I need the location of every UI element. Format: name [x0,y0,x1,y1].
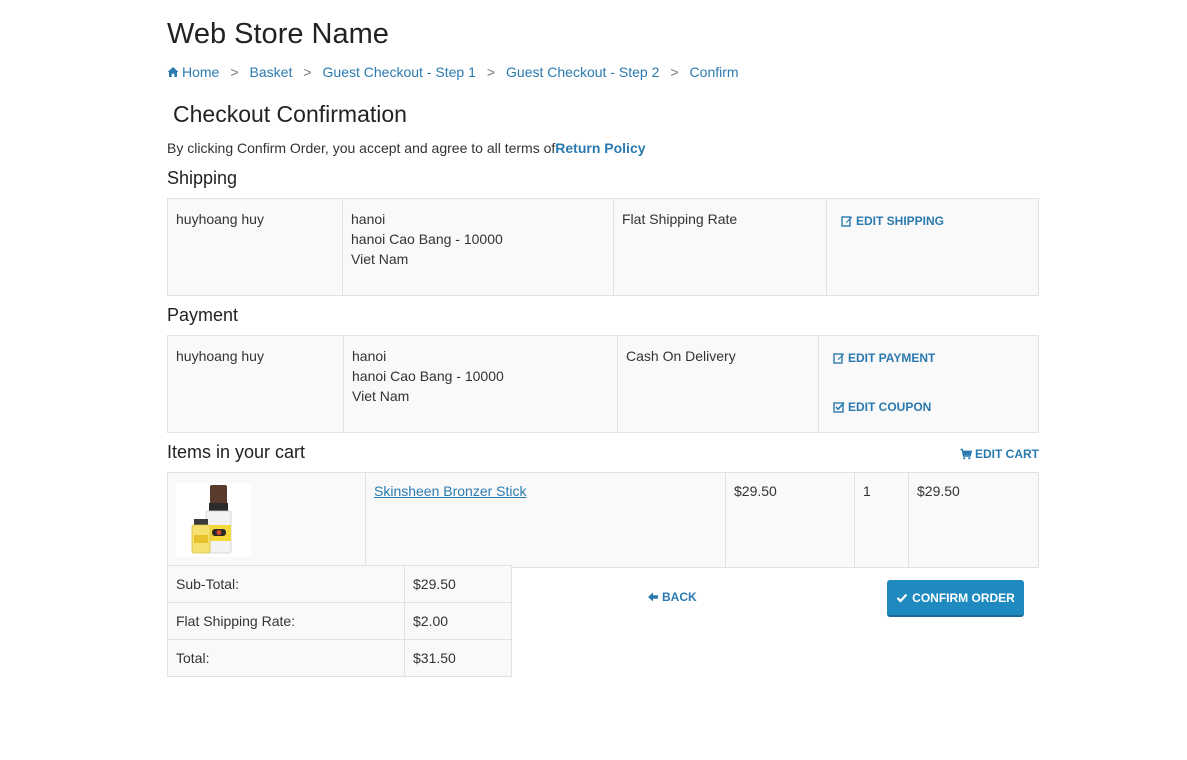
product-photo [176,483,251,557]
cart-item-quantity: 1 [854,472,909,568]
shipping-table: huyhoang huy hanoi hanoi Cao Bang - 1000… [167,198,1039,296]
cart-table: Skinsheen Bronzer Stick $29.50 1 $29.50 [167,472,1039,568]
cart-item-image-cell [167,472,366,568]
payment-name: huyhoang huy [167,335,344,433]
totals-row: Flat Shipping Rate: $2.00 [167,602,512,640]
payment-table: huyhoang huy hanoi hanoi Cao Bang - 1000… [167,335,1039,433]
edit-icon [833,353,845,364]
edit-cart-link[interactable]: EDIT CART [960,447,1039,461]
breadcrumb-separator: > [303,64,312,80]
product-image[interactable] [176,483,251,557]
total-value: $31.50 [404,639,512,677]
back-button[interactable]: BACK [647,590,697,604]
totals-table: Sub-Total: $29.50 Flat Shipping Rate: $2… [167,565,512,677]
shipping-method: Flat Shipping Rate [613,198,827,296]
product-name-link[interactable]: Skinsheen Bronzer Stick [374,483,527,499]
totals-row: Total: $31.50 [167,639,512,677]
payment-method: Cash On Delivery [617,335,819,433]
subtotal-label: Sub-Total: [167,565,405,603]
page-title: Checkout Confirmation [173,101,407,127]
payment-country: Viet Nam [352,388,410,404]
cart-heading: Items in your cart [167,442,306,462]
shipping-address-line2: hanoi Cao Bang - 10000 [351,231,503,247]
return-policy-link[interactable]: Return Policy [555,140,645,156]
breadcrumb-guest-checkout-step-1[interactable]: Guest Checkout - Step 1 [323,64,476,80]
total-label: Total: [167,639,405,677]
edit-coupon-label: EDIT COUPON [848,400,932,414]
check-square-icon [833,402,845,413]
cart-row: Skinsheen Bronzer Stick $29.50 1 $29.50 [167,472,1039,568]
back-label: BACK [662,590,697,604]
terms-statement: By clicking Confirm Order, you accept an… [167,140,556,156]
totals-row: Sub-Total: $29.50 [167,565,512,603]
subtotal-value: $29.50 [404,565,512,603]
shipping-actions: EDIT SHIPPING [826,198,1039,296]
edit-cart-label: EDIT CART [975,447,1039,461]
breadcrumb-separator: > [670,64,679,80]
edit-coupon-link[interactable]: EDIT COUPON [833,397,931,417]
edit-shipping-label: EDIT SHIPPING [856,214,945,228]
cart-item-name-cell: Skinsheen Bronzer Stick [365,472,726,568]
terms-text: By clicking Confirm Order, you accept an… [167,140,646,156]
store-title: Web Store Name [167,18,389,50]
breadcrumb: Home > Basket > Guest Checkout - Step 1 … [167,64,739,80]
payment-address-line2: hanoi Cao Bang - 10000 [352,368,504,384]
edit-icon [841,216,853,227]
check-icon [896,593,908,603]
breadcrumb-guest-checkout-step-2[interactable]: Guest Checkout - Step 2 [506,64,659,80]
shipping-name: huyhoang huy [167,198,343,296]
shopping-cart-icon [960,448,972,460]
arrow-left-icon [648,592,658,602]
payment-actions: EDIT PAYMENT EDIT COUPON [818,335,1039,433]
edit-payment-link[interactable]: EDIT PAYMENT [833,348,935,368]
breadcrumb-basket[interactable]: Basket [250,64,293,80]
shipping-heading: Shipping [167,168,238,188]
payment-address-line1: hanoi [352,348,387,364]
breadcrumb-home[interactable]: Home [167,64,219,80]
shipping-address-line1: hanoi [351,211,386,227]
cart-item-price: $29.50 [725,472,855,568]
payment-address: hanoi hanoi Cao Bang - 10000 Viet Nam [343,335,618,433]
edit-shipping-link[interactable]: EDIT SHIPPING [841,211,944,231]
shipping-rate-value: $2.00 [404,602,512,640]
home-icon [167,67,179,77]
shipping-country: Viet Nam [351,251,409,267]
breadcrumb-separator: > [230,64,239,80]
shipping-address: hanoi hanoi Cao Bang - 10000 Viet Nam [342,198,614,296]
payment-heading: Payment [167,305,239,325]
cart-item-total: $29.50 [908,472,1039,568]
breadcrumb-separator: > [486,64,496,80]
shipping-rate-label: Flat Shipping Rate: [167,602,405,640]
edit-payment-label: EDIT PAYMENT [848,351,936,365]
confirm-order-label: CONFIRM ORDER [912,590,1015,605]
breadcrumb-confirm[interactable]: Confirm [690,64,739,80]
confirm-order-button[interactable]: CONFIRM ORDER [887,580,1024,617]
breadcrumb-home-label: Home [182,64,220,80]
